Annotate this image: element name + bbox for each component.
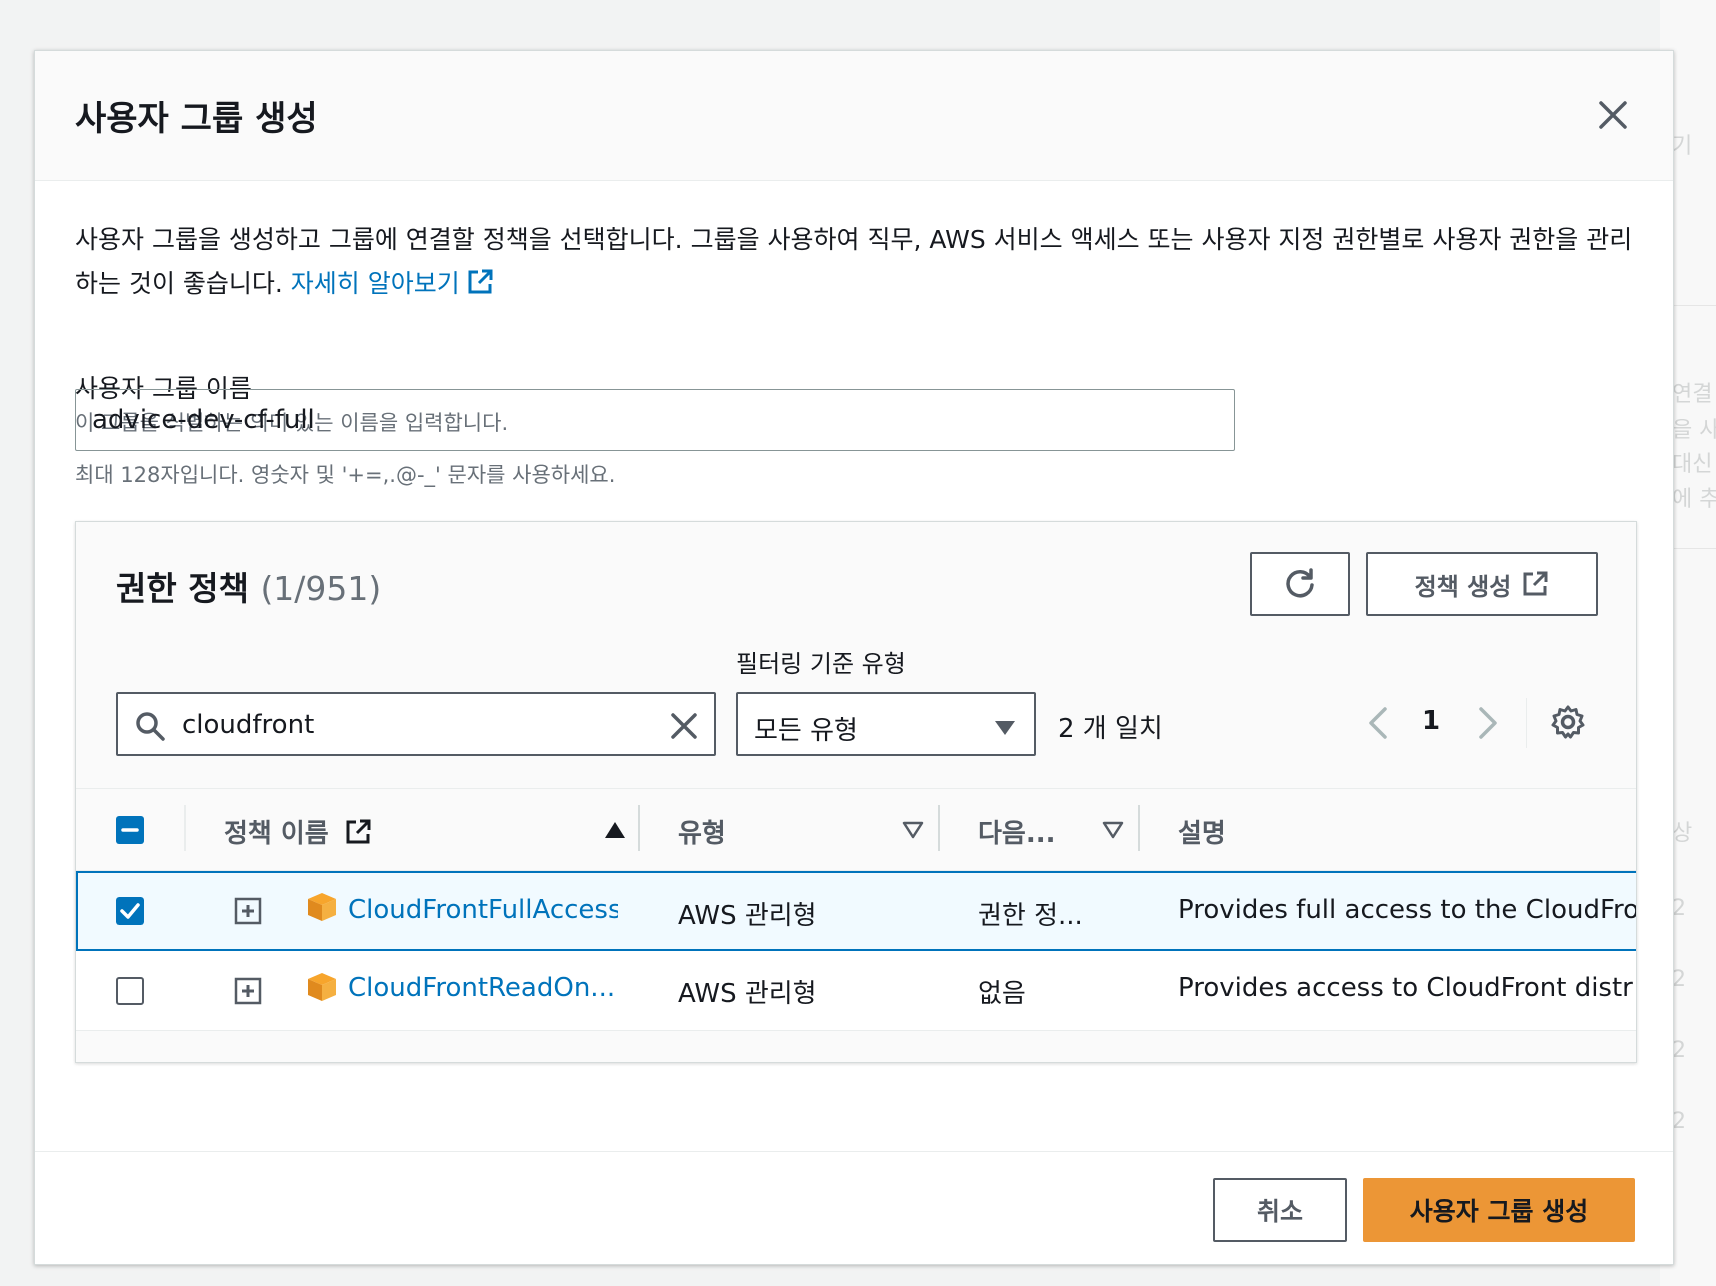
expand-icon[interactable] [234,977,262,1005]
column-divider [638,805,640,851]
background-text: 2 [1672,1109,1686,1134]
group-name-hint: 최대 128자입니다. 영숫자 및 '+=,.@-_' 문자를 사용하세요. [75,463,616,487]
gear-icon[interactable] [1550,704,1586,740]
group-name-input[interactable]: advice-dev-cf-full [75,389,1235,451]
background-divider [1670,548,1716,549]
background-text: 연결 [1672,382,1713,407]
caret-down-icon [995,721,1015,735]
sort-ascending-icon[interactable] [604,821,626,839]
chevron-right-icon[interactable] [1476,706,1500,740]
refresh-button[interactable] [1250,552,1350,616]
external-link-icon [468,269,493,294]
select-all-checkbox[interactable] [116,816,144,844]
sort-icon[interactable] [902,821,924,839]
column-divider [938,805,940,851]
panel-title-text: 권한 정책 [116,569,249,608]
column-header-description: 설명 [1178,819,1226,849]
cancel-button[interactable]: 취소 [1213,1178,1347,1242]
policy-description: Provides access to CloudFront distr [1178,973,1633,1003]
column-label: 정책 이름 [224,819,329,849]
filter-type-select[interactable]: 모든 유형 [736,692,1036,756]
policy-name-link[interactable]: CloudFrontReadOn... [348,973,618,1003]
sort-icon[interactable] [1102,821,1124,839]
clear-search-icon[interactable] [668,710,700,742]
refresh-icon [1286,568,1314,598]
search-value: cloudfront [182,710,315,740]
modal-footer: 취소 사용자 그룹 생성 [35,1151,1673,1265]
column-header-used-as[interactable]: 다음... [978,813,1055,850]
filter-type-label: 필터링 기준 유형 [736,650,906,678]
background-text: 2 [1672,967,1686,992]
aws-managed-policy-icon [308,893,336,921]
match-count: 2 개 일치 [1058,714,1163,744]
intro-text: 사용자 그룹을 생성하고 그룹에 연결할 정책을 선택합니다. 그룹을 사용하여… [75,218,1645,306]
permission-policies-panel: 권한 정책 (1/951) 정책 생성 필터링 기준 유형 cloudfront [75,521,1637,1063]
close-icon [1599,101,1627,129]
modal-header: 사용자 그룹 생성 [35,51,1673,181]
external-link-icon [346,819,371,844]
current-page[interactable]: 1 [1422,706,1440,736]
background-text: 을 사 [1672,418,1716,443]
learn-more-label: 자세히 알아보기 [290,269,460,298]
policy-description: Provides full access to the CloudFro [1178,895,1636,925]
column-divider [1138,805,1140,851]
aws-managed-policy-icon [308,973,336,1001]
background-text: 상 [1672,821,1693,846]
policy-used-as: 권한 정... [978,901,1083,931]
close-button[interactable] [1593,95,1633,135]
policies-table: 정책 이름 유형 다음... 설명 CloudFrontFullAccess A… [76,788,1636,1061]
column-header-policy-name[interactable]: 정책 이름 [224,813,372,850]
background-text: 대신 [1672,452,1713,477]
chevron-left-icon[interactable] [1366,706,1390,740]
column-header-type[interactable]: 유형 [678,813,726,850]
policy-search-input[interactable]: cloudfront [116,692,716,756]
table-header: 정책 이름 유형 다음... 설명 [76,789,1636,871]
expand-icon[interactable] [234,897,262,925]
search-icon [136,712,165,741]
background-text: 에 추 [1672,487,1716,512]
background-divider [1670,305,1716,306]
learn-more-link[interactable]: 자세히 알아보기 [291,269,494,298]
filter-type-value: 모든 유형 [754,716,858,746]
policy-name-link[interactable]: CloudFrontFullAccess [348,895,618,925]
background-text: 2 [1672,896,1686,921]
modal-title: 사용자 그룹 생성 [75,99,318,139]
table-row[interactable]: CloudFrontFullAccess AWS 관리형 권한 정... Pro… [76,871,1636,951]
row-checkbox-checked[interactable] [116,897,144,925]
policy-name: CloudFrontFullAccess [348,895,618,925]
pager-divider [1526,698,1527,748]
column-divider [184,805,186,851]
background-text: 기 [1672,134,1693,159]
policy-count: (1/951) [260,569,382,608]
create-user-group-button[interactable]: 사용자 그룹 생성 [1363,1178,1635,1242]
policy-used-as: 없음 [978,979,1026,1009]
permission-policies-title: 권한 정책 (1/951) [116,562,381,610]
policy-name: CloudFrontReadOn... [348,973,616,1003]
policy-type: AWS 관리형 [678,979,817,1009]
create-user-group-modal: 사용자 그룹 생성 사용자 그룹을 생성하고 그룹에 연결할 정책을 선택합니다… [34,50,1674,1265]
table-footer-space [76,1031,1636,1061]
create-policy-button[interactable]: 정책 생성 [1366,552,1598,616]
table-row[interactable]: CloudFrontReadOn... AWS 관리형 없음 Provides … [76,951,1636,1031]
background-text: 2 [1672,1038,1686,1063]
create-policy-label: 정책 생성 [1414,572,1512,601]
external-link-icon [1523,571,1548,596]
policy-type: AWS 관리형 [678,901,817,931]
row-checkbox[interactable] [116,977,144,1005]
